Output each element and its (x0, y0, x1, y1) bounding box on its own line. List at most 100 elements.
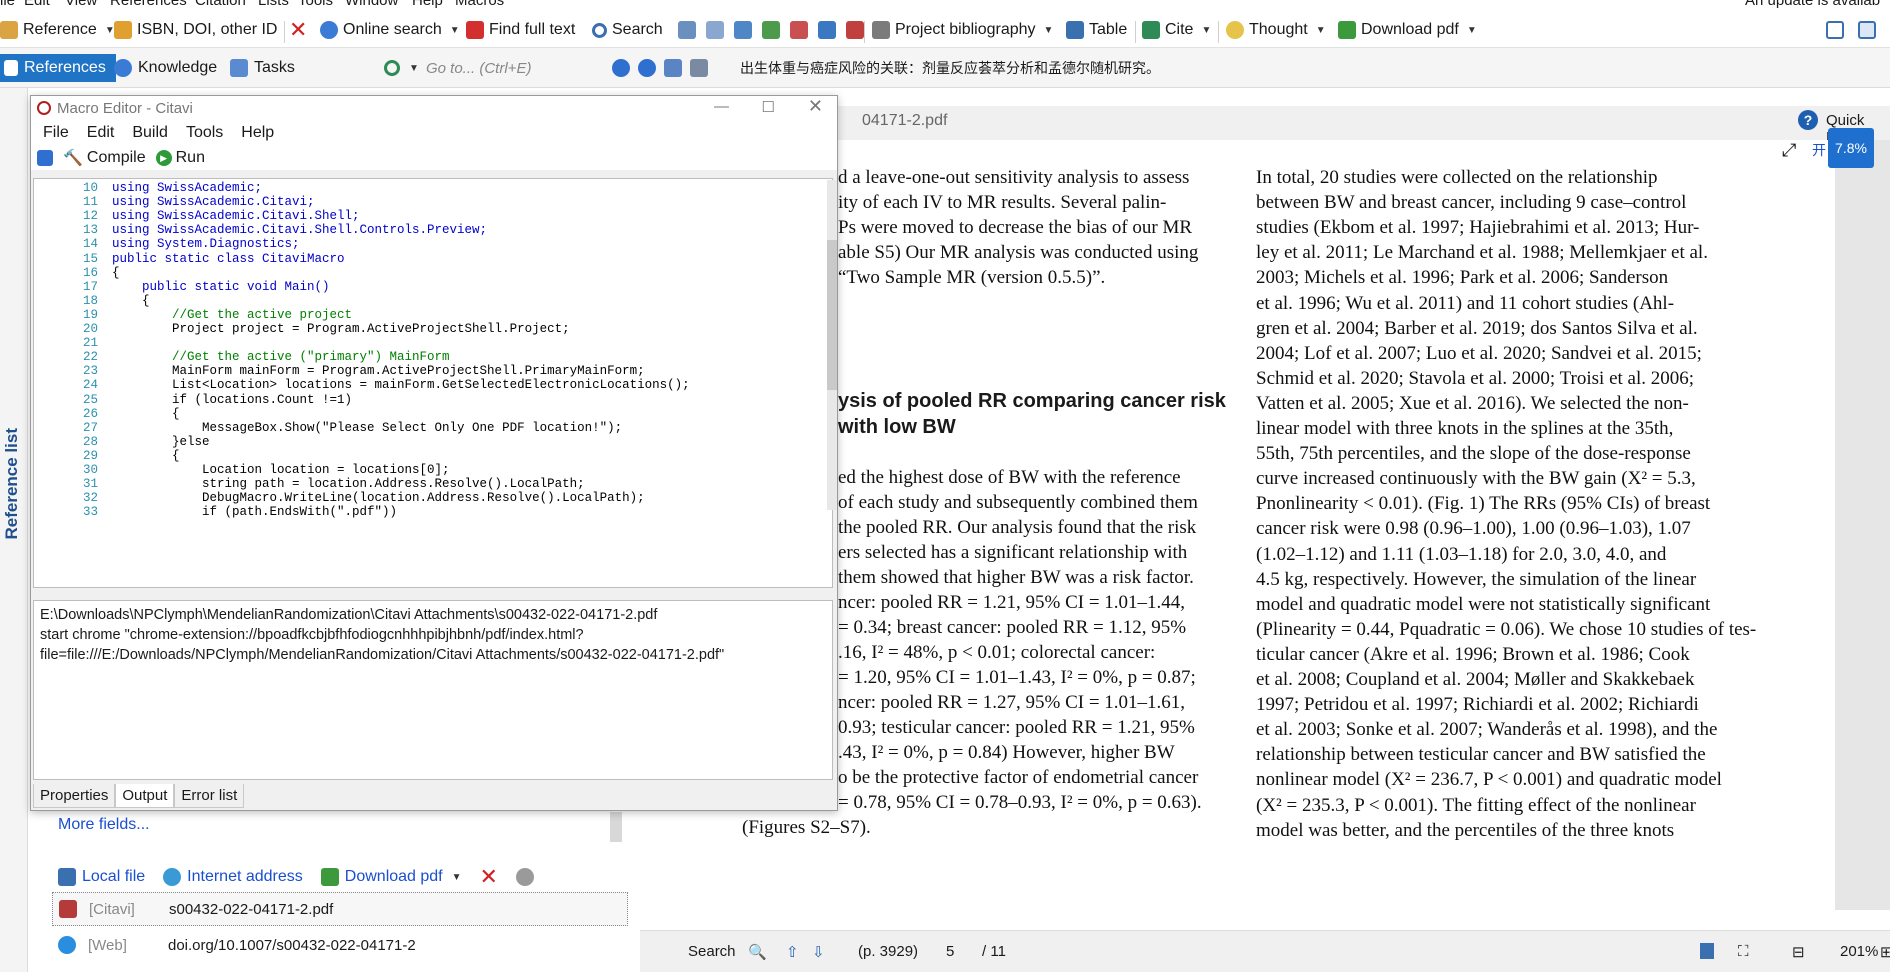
fit-icon[interactable]: ⛶ (1738, 943, 1749, 960)
pdf-line: Pnonlinearity < 0.01). (Fig. 1) The RRs … (1256, 493, 1711, 515)
tab-knowledge[interactable]: Knowledge (108, 54, 223, 82)
menu-build[interactable]: Build (132, 124, 168, 142)
tab-references[interactable]: References (0, 54, 116, 82)
file-row-citavi[interactable]: [Citavi] s00432-022-04171-2.pdf (52, 892, 628, 926)
close-icon[interactable]: ✕ (289, 17, 307, 42)
online-search-button[interactable]: Online search ▼ (320, 18, 460, 42)
close-button[interactable]: ✕ (808, 96, 823, 117)
tiles-icon[interactable] (818, 21, 836, 39)
download-pdf-link[interactable]: Download pdf ▼ (320, 868, 462, 886)
save-icon[interactable] (37, 150, 53, 166)
page-total: / 11 (982, 943, 1006, 960)
tab-error-list[interactable]: Error list (174, 784, 245, 808)
pdf-line: model and quadratic model were not stati… (1256, 593, 1711, 615)
output-panel[interactable]: E:\Downloads\NPClymph\MendelianRandomiza… (33, 600, 833, 780)
menu-help[interactable]: Help (241, 124, 274, 142)
menu-item-citation[interactable]: Citation (195, 0, 246, 8)
pdf-line: Schmid et al. 2020; Stavola et al. 2000;… (1256, 367, 1695, 389)
menu-item-view[interactable]: View (65, 0, 97, 8)
pdf-line: 2003; Michels et al. 1996; Park et al. 2… (1256, 267, 1669, 289)
pdf-scrollbar[interactable] (1835, 140, 1890, 910)
remove-group-icon[interactable] (790, 21, 808, 39)
line-number: 22 (82, 350, 98, 365)
menu-file[interactable]: File (43, 124, 69, 142)
menu-item-macros[interactable]: Macros (455, 0, 504, 8)
filter-icon[interactable] (678, 21, 696, 39)
layout-split-icon[interactable] (1858, 21, 1876, 39)
next-icon[interactable]: ⇩ (812, 943, 825, 961)
menu-item-edit[interactable]: Edit (24, 0, 50, 8)
internet-address-button[interactable]: Internet address (163, 868, 303, 886)
isbn-button[interactable]: ISBN, DOI, other ID (114, 18, 277, 42)
download-icon (1338, 21, 1356, 39)
more-fields-link[interactable]: More fields... (58, 816, 150, 834)
line-number: 15 (82, 251, 98, 266)
thought-button[interactable]: Thought ▼ (1226, 18, 1326, 42)
code-line: //Get the active ("primary") MainForm (112, 350, 450, 365)
menu-item-window[interactable]: Window (345, 0, 398, 8)
tab-properties[interactable]: Properties (33, 784, 116, 808)
delete-icon[interactable]: ✕ (480, 864, 498, 890)
menu-item-tools[interactable]: Tools (298, 0, 333, 8)
search-icon[interactable]: 🔍 (748, 943, 767, 961)
tab-tasks[interactable]: Tasks (224, 54, 301, 82)
history-button[interactable]: ▼ (378, 54, 425, 82)
tab-output[interactable]: Output (115, 784, 175, 808)
help-icon[interactable]: ? (1798, 110, 1818, 130)
cite-button[interactable]: Cite ▼ (1142, 18, 1211, 42)
code-scrollbar[interactable] (827, 180, 837, 510)
grid-icon[interactable] (734, 21, 752, 39)
compile-button[interactable]: 🔨 Compile (63, 148, 146, 168)
update-notice[interactable]: An update is availab (1745, 0, 1880, 8)
preview-icon[interactable] (690, 59, 708, 77)
project-bibliography-button[interactable]: Project bibliography ▼ (872, 18, 1053, 42)
run-button[interactable]: ▶ Run (155, 149, 205, 167)
layout-icon[interactable] (1826, 21, 1844, 39)
page-icon[interactable] (1700, 943, 1714, 959)
zoom-out-icon[interactable]: ⊟ (1792, 943, 1805, 961)
fullscreen-icon[interactable]: ⤢ (1782, 140, 1810, 160)
minimize-button[interactable]: — (714, 98, 729, 115)
tiles-remove-icon[interactable] (846, 21, 864, 39)
menu-tools[interactable]: Tools (186, 124, 223, 142)
menu-item-help[interactable]: Help (412, 0, 443, 8)
section-heading: with low BW (838, 416, 956, 438)
settings-icon[interactable] (664, 59, 682, 77)
search-button[interactable]: Search (592, 18, 663, 42)
forward-icon[interactable] (638, 59, 656, 77)
table-button[interactable]: Table (1066, 18, 1127, 42)
download-pdf-button[interactable]: Download pdf ▼ (1338, 18, 1477, 42)
file-row-web[interactable]: [Web] doi.org/10.1007/s00432-022-04171-2 (52, 928, 628, 962)
line-number: 32 (82, 491, 98, 506)
reference-button[interactable]: Reference ▼ (0, 18, 115, 42)
output-line: E:\Downloads\NPClymph\MendelianRandomiza… (40, 607, 658, 623)
back-icon[interactable] (612, 59, 630, 77)
list-icon[interactable] (706, 21, 724, 39)
line-number: 28 (82, 434, 98, 449)
page-input[interactable]: 5 (946, 943, 954, 960)
knowledge-icon (114, 59, 132, 77)
find-full-text-label: Find full text (489, 21, 576, 38)
previous-icon[interactable]: ⇧ (786, 943, 799, 961)
add-group-icon[interactable] (762, 21, 780, 39)
maximize-button[interactable]: ☐ (762, 98, 775, 116)
pdf-line: (Figures S2–S7). (742, 817, 871, 838)
menu-item-lists[interactable]: Lists (258, 0, 289, 8)
local-file-button[interactable]: Local file (58, 868, 145, 886)
zoom-level[interactable]: 201% (1840, 943, 1878, 960)
code-editor[interactable]: 10 using SwissAcademic; 11 using SwissAcade… (33, 178, 833, 588)
zoom-in-icon[interactable]: ⊞ (1880, 943, 1890, 961)
menu-edit[interactable]: Edit (87, 124, 115, 142)
open-link[interactable]: 开 (1812, 140, 1826, 160)
pdf-line: 2004; Lof et al. 2007; Luo et al. 2020; … (1256, 342, 1702, 364)
file-name: doi.org/10.1007/s00432-022-04171-2 (168, 936, 416, 954)
line-number: 19 (82, 307, 98, 322)
menu-item-references[interactable]: References (110, 0, 187, 8)
pdf-line: d a leave-one-out sensitivity analysis t… (838, 167, 1190, 188)
find-full-text-button[interactable]: Find full text (466, 18, 575, 42)
gear-icon[interactable] (515, 868, 534, 886)
reference-list-strip[interactable]: Reference list (0, 88, 28, 972)
scrollbar[interactable] (610, 812, 622, 842)
menu-item-file[interactable]: ile (0, 0, 15, 8)
goto-input[interactable]: Go to... (Ctrl+E) (420, 54, 537, 82)
